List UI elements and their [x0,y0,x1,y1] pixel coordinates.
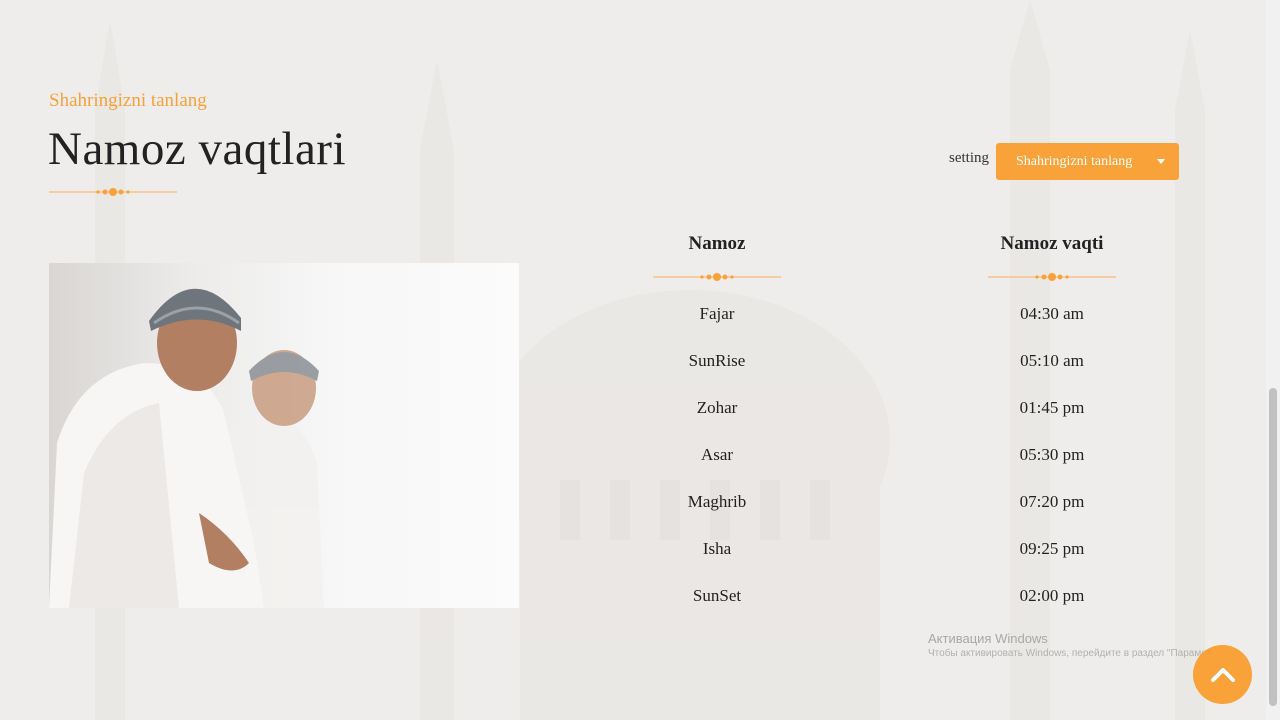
section-subtitle: Shahringizni tanlang [49,90,207,111]
prayer-time-zohar: 01:45 pm [1019,398,1085,417]
column-header-prayer: Namoz [688,233,746,254]
windows-activation-title: Активация Windows [928,631,1048,646]
prayer-photo [49,263,519,608]
scrollbar-thumb[interactable] [1269,388,1277,706]
city-select-label: Shahringizni tanlang [1016,153,1133,169]
prayer-name-sunrise: SunRise [688,351,746,370]
setting-label: setting [949,150,989,166]
prayer-name-asar: Asar [700,445,734,464]
column-ornament-prayer [653,273,781,281]
prayer-time-sunrise: 05:10 am [1020,351,1084,370]
caret-down-icon [1157,159,1165,164]
windows-activation-subtitle: Чтобы активировать Windows, перейдите в … [928,648,1228,659]
page-title: Namoz vaqtlari [48,123,347,175]
column-header-time: Namoz vaqti [1000,233,1104,254]
prayer-name-maghrib: Maghrib [687,492,747,511]
prayer-time-isha: 09:25 pm [1019,539,1085,558]
column-ornament-time [988,273,1116,281]
prayer-time-fajar: 04:30 am [1020,304,1084,323]
chevron-up-icon [1210,667,1235,682]
scroll-top-button[interactable] [1193,645,1252,704]
page-scrollbar[interactable] [1266,0,1280,720]
title-ornament [49,188,177,196]
prayer-name-sunset: SunSet [692,586,742,605]
city-select-dropdown[interactable]: Shahringizni tanlang [996,143,1179,180]
prayer-name-isha: Isha [702,539,732,558]
prayer-name-fajar: Fajar [699,304,735,323]
prayer-time-sunset: 02:00 pm [1019,586,1085,605]
prayer-time-maghrib: 07:20 pm [1019,492,1085,511]
prayer-time-asar: 05:30 pm [1019,445,1085,464]
prayer-name-zohar: Zohar [696,398,738,417]
